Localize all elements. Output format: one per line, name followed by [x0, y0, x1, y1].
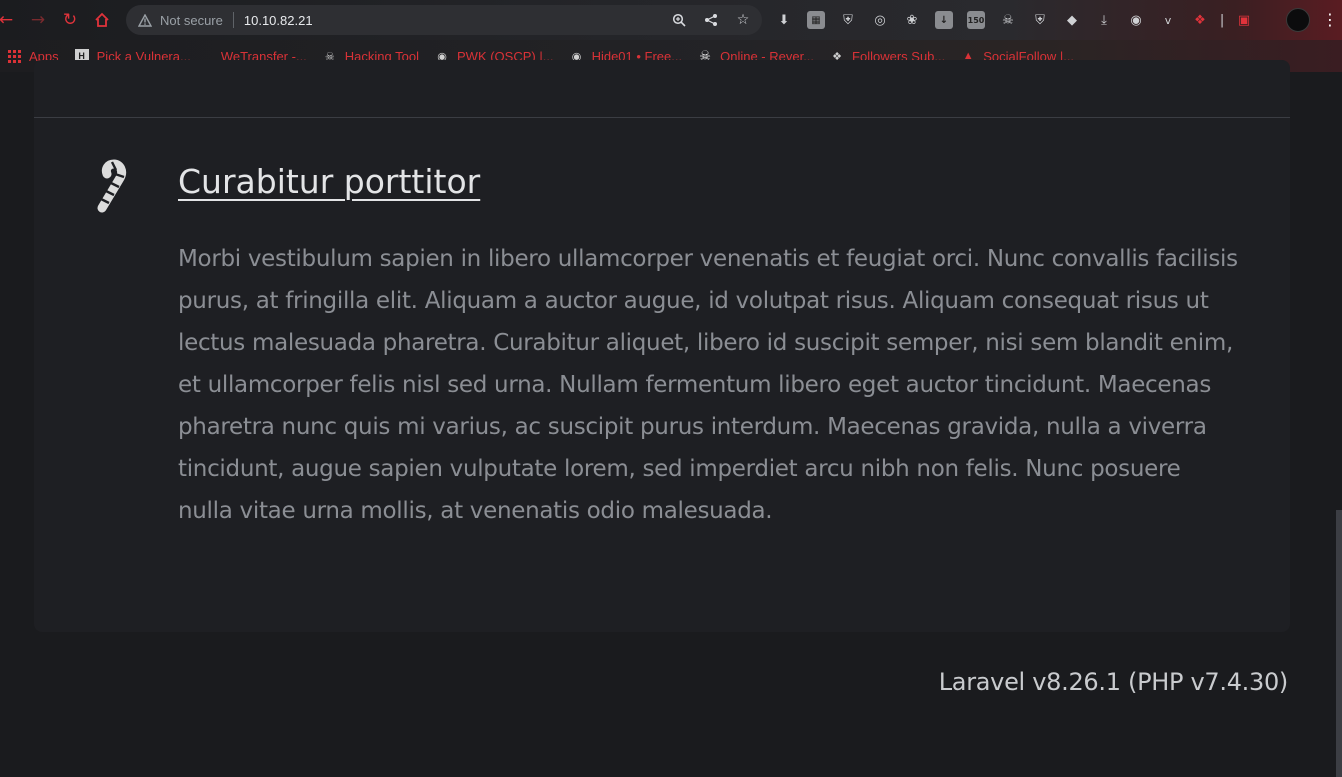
extensions-tray: ⬇ ▦ ⛨ ◎ ❀ ↓ 150 ☠ ⛨ ◆ ⤓ ◉ v ❖ | ▣ — [772, 8, 1256, 32]
divider-icon: | — [1219, 12, 1225, 28]
reload-icon[interactable]: ↻ — [54, 4, 86, 36]
circle-g-extension-icon[interactable]: ◉ — [1124, 8, 1148, 32]
home-icon[interactable] — [86, 4, 118, 36]
puzzle-extensions-icon[interactable]: ❖ — [1188, 8, 1212, 32]
page-content: Curabitur porttitor Morbi vestibulum sap… — [0, 60, 1342, 777]
address-bar[interactable]: Not secure 10.10.82.21 ☆ — [126, 5, 762, 35]
share-icon[interactable] — [700, 9, 722, 31]
profile-avatar[interactable] — [1286, 8, 1310, 32]
warning-triangle-icon[interactable] — [138, 13, 152, 27]
back-arrow-icon[interactable]: ← — [0, 4, 22, 36]
counter-extension-icon[interactable]: 150 — [967, 11, 985, 29]
omnibox-actions: ☆ — [668, 5, 754, 35]
spy-glasses-icon[interactable]: ◎ — [868, 8, 892, 32]
bookmark-star-icon[interactable]: ☆ — [732, 9, 754, 31]
zoom-icon[interactable] — [668, 9, 690, 31]
diamond-extension-icon[interactable]: ◆ — [1060, 8, 1084, 32]
apps-grid-icon — [8, 49, 21, 63]
omnibox-divider — [232, 12, 234, 28]
cookie-icon[interactable]: ❀ — [900, 8, 924, 32]
download-arrow-icon[interactable]: ⬇ — [772, 8, 796, 32]
sidebar-panel-icon[interactable]: ▣ — [1232, 8, 1256, 32]
wappalyzer-icon[interactable]: v — [1156, 8, 1180, 32]
feature-card: Curabitur porttitor Morbi vestibulum sap… — [34, 60, 1290, 632]
feature-description: Morbi vestibulum sapien in libero ullamc… — [178, 246, 1238, 524]
candy-cane-icon — [92, 158, 136, 214]
framework-version: Laravel v8.26.1 (PHP v7.4.30) — [938, 668, 1289, 696]
qr-extension-icon[interactable]: ▦ — [807, 11, 825, 29]
download-icon[interactable]: ⤓ — [1092, 8, 1116, 32]
security-label[interactable]: Not secure — [160, 13, 223, 28]
url-text[interactable]: 10.10.82.21 — [244, 13, 313, 28]
skull-extension-icon[interactable]: ☠ — [996, 8, 1020, 32]
shield-icon[interactable]: ⛨ — [1028, 8, 1052, 32]
feature-title-link[interactable]: Curabitur porttitor — [178, 162, 480, 201]
browser-toolbar: ← → ↻ Not secure 10.10.82.21 ☆ ⬇ ▦ ⛨ ◎ ❀… — [0, 0, 1342, 40]
scrollbar-thumb[interactable] — [1336, 510, 1342, 777]
forward-arrow-icon[interactable]: → — [22, 4, 54, 36]
shield-extension-icon[interactable]: ⛨ — [836, 8, 860, 32]
menu-kebab-icon[interactable]: ⋮ — [1322, 10, 1338, 30]
download-box-icon[interactable]: ↓ — [935, 11, 953, 29]
card-divider — [34, 117, 1290, 118]
